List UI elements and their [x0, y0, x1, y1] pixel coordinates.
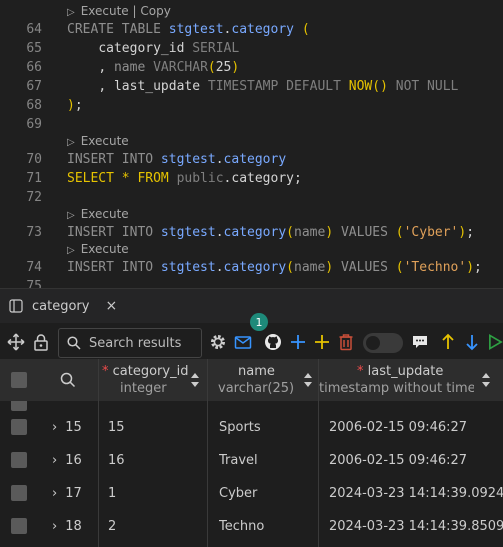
row-index: 15: [65, 420, 82, 435]
codelens-70[interactable]: ▷ Execute: [67, 134, 129, 148]
line-number: 68: [26, 98, 42, 113]
comment-icon[interactable]: [410, 331, 430, 353]
run-icon[interactable]: [488, 331, 503, 353]
results-toolbar: 1: [0, 313, 503, 361]
column-header-category-id[interactable]: * category_id integer: [99, 359, 207, 401]
tab-category[interactable]: category ×: [0, 289, 117, 323]
cell-category-id[interactable]: 1: [108, 477, 206, 510]
cell-last-update[interactable]: 2024-03-23 14:14:39.85096: [329, 510, 503, 543]
cell-last-update[interactable]: 2006-02-15 09:46:27: [329, 444, 503, 477]
chevron-right-icon[interactable]: ›: [52, 486, 57, 501]
search-icon[interactable]: [60, 372, 76, 388]
column-divider[interactable]: [207, 359, 208, 547]
column-divider[interactable]: [98, 359, 99, 547]
cell-last-update[interactable]: 2024-03-23 14:14:39.09243: [329, 477, 503, 510]
row-checkbox[interactable]: [11, 452, 27, 468]
row-index: 17: [65, 486, 82, 501]
row-checkbox[interactable]: [11, 419, 27, 435]
cell-last-update[interactable]: 2006-02-15 09:46:27: [329, 411, 503, 444]
play-icon: ▷: [67, 7, 75, 18]
close-icon[interactable]: ×: [105, 298, 117, 314]
github-icon[interactable]: [263, 331, 283, 353]
line-number: 64: [26, 22, 42, 37]
line-number: 74: [26, 260, 42, 275]
line-number: 67: [26, 79, 42, 94]
row-index: 16: [65, 453, 82, 468]
chevron-right-icon[interactable]: ›: [52, 453, 57, 468]
cell-name[interactable]: Travel: [219, 444, 317, 477]
row-checkbox[interactable]: [11, 518, 27, 534]
play-icon: ▷: [67, 245, 75, 256]
cell-category-id[interactable]: 15: [108, 411, 206, 444]
results-grid: * category_id integer name varchar(25) *…: [0, 359, 503, 547]
code-line-67[interactable]: , last_update TIMESTAMP DEFAULT NOW() NO…: [67, 79, 458, 94]
line-number: 73: [26, 225, 42, 240]
tab-label: category: [32, 298, 90, 314]
edit-mode-toggle[interactable]: [363, 333, 403, 353]
code-line-73[interactable]: INSERT INTO stgtest.category(name) VALUE…: [67, 225, 474, 240]
table-row[interactable]: › 17 1 Cyber 2024-03-23 14:14:39.09243: [0, 477, 503, 510]
sort-icon[interactable]: [303, 371, 313, 389]
table-row[interactable]: › 16 16 Travel 2006-02-15 09:46:27: [0, 444, 503, 477]
line-number: 66: [26, 60, 42, 75]
select-all-checkbox[interactable]: [11, 372, 27, 388]
line-number: 69: [26, 117, 42, 132]
column-header-name[interactable]: name varchar(25): [208, 359, 318, 401]
row-index: 18: [65, 519, 82, 534]
sort-icon[interactable]: [190, 371, 200, 389]
codelens-64[interactable]: ▷ Execute | Copy: [67, 4, 171, 18]
column-header-last-update[interactable]: * last_update timestamp without time z: [319, 359, 503, 401]
chevron-right-icon[interactable]: ›: [52, 420, 57, 435]
cell-name[interactable]: Techno: [219, 510, 317, 543]
cell-category-id[interactable]: 16: [108, 444, 206, 477]
table-row[interactable]: › 15 15 Sports 2006-02-15 09:46:27: [0, 411, 503, 444]
code-line-71[interactable]: SELECT * FROM public.category;: [67, 171, 302, 186]
row-checkbox[interactable]: [11, 485, 27, 501]
code-line-66[interactable]: , name VARCHAR(25): [67, 60, 239, 75]
mail-icon[interactable]: [233, 331, 253, 353]
gear-icon[interactable]: [208, 331, 228, 353]
table-row[interactable]: › 18 2 Techno 2024-03-23 14:14:39.85096: [0, 510, 503, 543]
codelens-74[interactable]: ▷ Execute: [67, 242, 129, 256]
cell-category-id[interactable]: 2: [108, 510, 206, 543]
toggle-knob: [366, 336, 380, 350]
trash-icon[interactable]: [337, 331, 355, 353]
search-input[interactable]: [87, 334, 201, 352]
sql-editor[interactable]: ▷ Execute | Copy 64 CREATE TABLE stgtest.…: [0, 0, 503, 288]
play-icon: ▷: [67, 137, 75, 148]
code-line-74[interactable]: INSERT INTO stgtest.category(name) VALUE…: [67, 260, 482, 275]
move-icon[interactable]: [6, 331, 26, 353]
code-line-70[interactable]: INSERT INTO stgtest.category: [67, 152, 286, 167]
notification-badge: 1: [250, 313, 268, 331]
row-checkbox[interactable]: [11, 401, 27, 411]
code-line-65[interactable]: category_id SERIAL: [67, 41, 239, 56]
sort-icon[interactable]: [481, 371, 491, 389]
code-line-68[interactable]: );: [67, 98, 83, 113]
column-divider[interactable]: [318, 359, 319, 547]
cell-name[interactable]: Sports: [219, 411, 317, 444]
search-icon: [67, 336, 81, 350]
arrow-up-icon[interactable]: [439, 331, 457, 353]
cell-name[interactable]: Cyber: [219, 477, 317, 510]
chevron-right-icon[interactable]: ›: [52, 519, 57, 534]
table-row-partial: [0, 401, 503, 411]
arrow-down-icon[interactable]: [463, 331, 481, 353]
line-number: 75: [26, 279, 42, 288]
add-column-icon[interactable]: [313, 331, 331, 353]
line-number: 72: [26, 190, 42, 205]
line-number: 65: [26, 41, 42, 56]
play-icon: ▷: [67, 210, 75, 221]
lock-icon[interactable]: [31, 331, 51, 353]
line-number: 71: [26, 171, 42, 186]
grid-header: * category_id integer name varchar(25) *…: [0, 359, 503, 401]
code-line-64[interactable]: CREATE TABLE stgtest.category (: [67, 22, 310, 37]
search-box[interactable]: [58, 328, 202, 358]
codelens-73[interactable]: ▷ Execute: [67, 207, 129, 221]
line-number: 70: [26, 152, 42, 167]
table-icon: [9, 299, 23, 313]
add-row-icon[interactable]: [289, 331, 307, 353]
results-panel: category × 1: [0, 288, 503, 547]
